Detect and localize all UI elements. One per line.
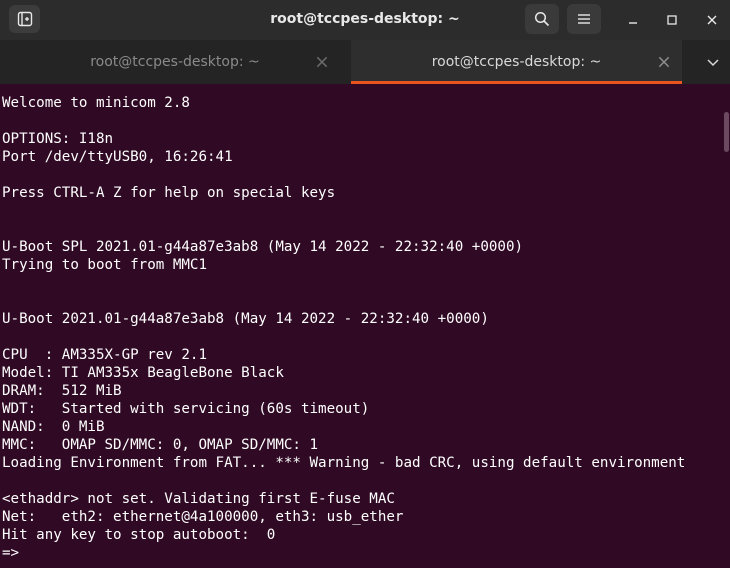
tab-overflow-button[interactable] [700, 50, 726, 74]
terminal-line: Welcome to minicom 2.8 [2, 95, 190, 111]
terminal-line: Loading Environment from FAT... *** Warn… [2, 455, 686, 471]
tab-active[interactable]: root@tccpes-desktop: ~ [351, 40, 682, 84]
terminal-line: Port /dev/ttyUSB0, 16:26:41 [2, 149, 233, 165]
search-button[interactable] [525, 4, 559, 34]
maximize-icon [667, 15, 677, 25]
terminal-line: WDT: Started with servicing (60s timeout… [2, 401, 370, 417]
terminal-line: NAND: 0 MiB [2, 419, 105, 435]
terminal-lines: Welcome to minicom 2.8 OPTIONS: I18n Port … [2, 94, 685, 562]
terminal-line: DRAM: 512 MiB [2, 383, 122, 399]
new-tab-icon [17, 11, 32, 27]
new-tab-button[interactable] [9, 5, 40, 33]
close-button[interactable] [700, 8, 724, 32]
terminal-line: <ethaddr> not set. Validating first E-fu… [2, 491, 395, 507]
terminal-line: Net: eth2: ethernet@4a100000, eth3: usb_… [2, 509, 404, 525]
title-bar: root@tccpes-desktop: ~ [0, 0, 730, 40]
tab-bar: root@tccpes-desktop: ~ root@tccpes-deskt… [0, 40, 730, 84]
close-icon[interactable] [315, 55, 329, 69]
close-icon [707, 15, 717, 25]
search-icon [534, 11, 550, 27]
terminal-line: OPTIONS: I18n [2, 131, 114, 147]
tab-inactive[interactable]: root@tccpes-desktop: ~ [0, 40, 350, 84]
terminal-line: U-Boot 2021.01-g44a87e3ab8 (May 14 2022 … [2, 311, 489, 327]
menu-button[interactable] [567, 4, 601, 34]
scrollbar-thumb[interactable] [724, 112, 729, 152]
tab-label: root@tccpes-desktop: ~ [431, 54, 602, 70]
terminal-output[interactable]: Welcome to minicom 2.8 OPTIONS: I18n Port … [0, 84, 722, 568]
maximize-button[interactable] [660, 8, 684, 32]
chevron-down-icon [707, 59, 719, 67]
terminal-line: U-Boot SPL 2021.01-g44a87e3ab8 (May 14 2… [2, 239, 524, 255]
hamburger-menu-icon [578, 14, 590, 24]
terminal-line: => [2, 545, 20, 561]
terminal-line: MMC: OMAP SD/MMC: 0, OMAP SD/MMC: 1 [2, 437, 319, 453]
terminal-line: Hit any key to stop autoboot: 0 [2, 527, 276, 543]
minimize-button[interactable] [621, 8, 645, 32]
tab-label: root@tccpes-desktop: ~ [90, 54, 260, 70]
terminal-line: Model: TI AM335x BeagleBone Black [2, 365, 284, 381]
minimize-icon [629, 22, 637, 24]
terminal-line: Press CTRL-A Z for help on special keys [2, 185, 336, 201]
terminal-line: CPU : AM335X-GP rev 2.1 [2, 347, 207, 363]
close-icon[interactable] [657, 55, 671, 69]
terminal-line: Trying to boot from MMC1 [2, 257, 207, 273]
